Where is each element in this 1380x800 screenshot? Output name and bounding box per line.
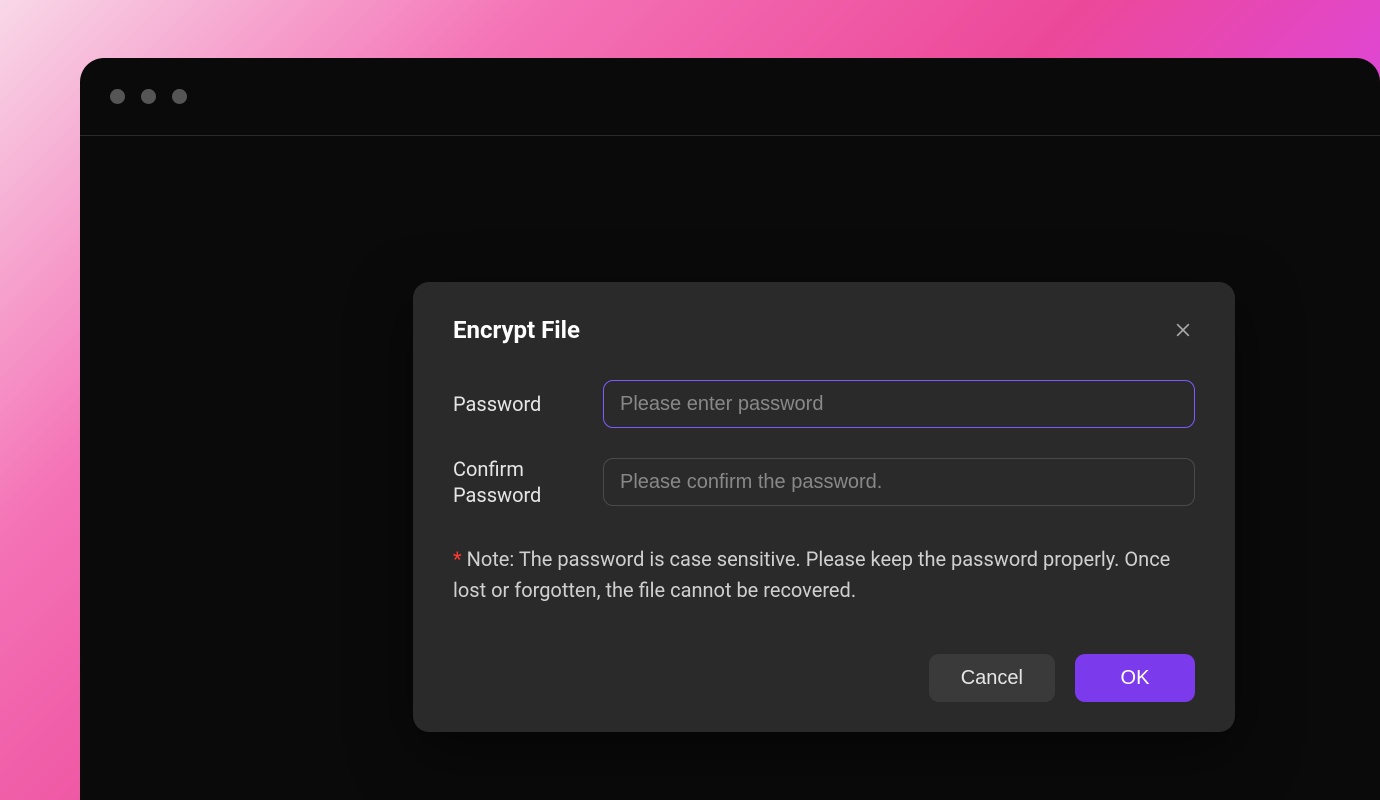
dialog-header: Encrypt File: [453, 316, 1195, 344]
confirm-password-input[interactable]: [603, 458, 1195, 506]
app-window: Encrypt File Password Confirm Password *…: [80, 58, 1380, 800]
password-input[interactable]: [603, 380, 1195, 428]
note-text: * Note: The password is case sensitive. …: [453, 544, 1195, 606]
password-label: Password: [453, 391, 583, 417]
close-icon[interactable]: [1171, 318, 1195, 342]
cancel-button[interactable]: Cancel: [929, 654, 1055, 702]
note-asterisk: *: [453, 547, 462, 571]
password-row: Password: [453, 380, 1195, 428]
confirm-password-label: Confirm Password: [453, 456, 583, 508]
ok-button[interactable]: OK: [1075, 654, 1195, 702]
note-body: Note: The password is case sensitive. Pl…: [453, 547, 1170, 602]
titlebar: [80, 58, 1380, 136]
dialog-title: Encrypt File: [453, 316, 580, 344]
confirm-password-row: Confirm Password: [453, 456, 1195, 508]
dialog-footer: Cancel OK: [453, 654, 1195, 702]
minimize-window-button[interactable]: [141, 89, 156, 104]
traffic-lights: [110, 89, 187, 104]
close-window-button[interactable]: [110, 89, 125, 104]
encrypt-file-dialog: Encrypt File Password Confirm Password *…: [413, 282, 1235, 732]
maximize-window-button[interactable]: [172, 89, 187, 104]
